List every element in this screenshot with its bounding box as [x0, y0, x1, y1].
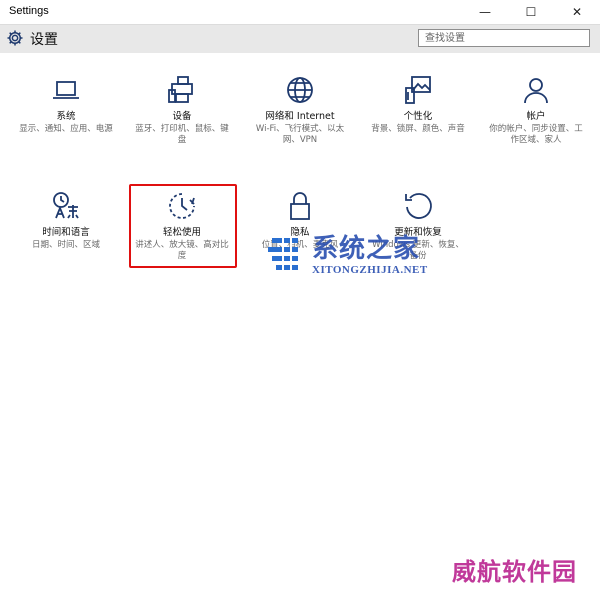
tile-accounts[interactable]: 帐户 你的帐户、同步设置、工作区域、家人 [480, 74, 592, 146]
title-bar: Settings — ☐ ✕ [0, 0, 600, 24]
globe-icon [287, 77, 313, 103]
tile-description: 背景、锁屏、颜色、声音 [371, 124, 465, 134]
tile-devices[interactable]: 设备 蓝牙、打印机、鼠标、键盘 [126, 74, 238, 146]
close-button[interactable]: ✕ [554, 0, 600, 24]
gear-icon [7, 30, 23, 46]
tile-name: 个性化 [403, 111, 433, 122]
maximize-button[interactable]: ☐ [508, 0, 554, 24]
tile-personalization[interactable]: 个性化 背景、锁屏、颜色、声音 [362, 74, 474, 135]
tile-description: Wi-Fi、飞行模式、以太网、VPN [255, 124, 345, 145]
tile-description: 蓝牙、打印机、鼠标、键盘 [135, 124, 229, 145]
personalization-icon [405, 76, 431, 104]
person-icon [524, 78, 548, 104]
laptop-icon [53, 81, 79, 99]
tile-network[interactable]: 网络和 Internet Wi-Fi、飞行模式、以太网、VPN [244, 74, 356, 146]
page-title: 设置 [30, 32, 58, 48]
watermark-logo-icon [268, 238, 298, 270]
tile-description: 日期、时间、区域 [31, 240, 100, 250]
window-title: Settings [9, 5, 49, 17]
tile-name: 时间和语言 [42, 227, 90, 238]
minimize-button[interactable]: — [462, 0, 508, 24]
minimize-icon: — [479, 5, 491, 19]
tile-description: 你的帐户、同步设置、工作区域、家人 [489, 124, 583, 145]
settings-header: 设置 [0, 24, 600, 53]
tile-time-language[interactable]: 时间和语言 日期、时间、区域 [10, 190, 122, 251]
corner-watermark: 威航软件园 [452, 557, 577, 586]
tile-name: 系统 [56, 111, 76, 122]
tile-system[interactable]: 系统 显示、通知、应用、电源 [10, 74, 122, 135]
close-icon: ✕ [571, 5, 583, 19]
watermark-url: XITONGZHIJIA.NET [312, 264, 428, 276]
update-icon [405, 193, 432, 219]
tile-name: 设备 [172, 111, 192, 122]
tile-name: 帐户 [526, 111, 546, 122]
time-language-icon [53, 192, 79, 219]
watermark-brand: 系统之家 [312, 234, 421, 264]
tile-description: 显示、通知、应用、电源 [19, 124, 113, 134]
tile-name: 网络和 Internet [265, 111, 335, 122]
devices-icon [168, 76, 193, 103]
lock-icon [290, 192, 310, 220]
watermark: 系统之家 XITONGZHIJIA.NET [268, 228, 468, 288]
search-input[interactable] [418, 29, 590, 47]
maximize-icon: ☐ [525, 5, 537, 19]
selection-highlight [129, 184, 237, 268]
